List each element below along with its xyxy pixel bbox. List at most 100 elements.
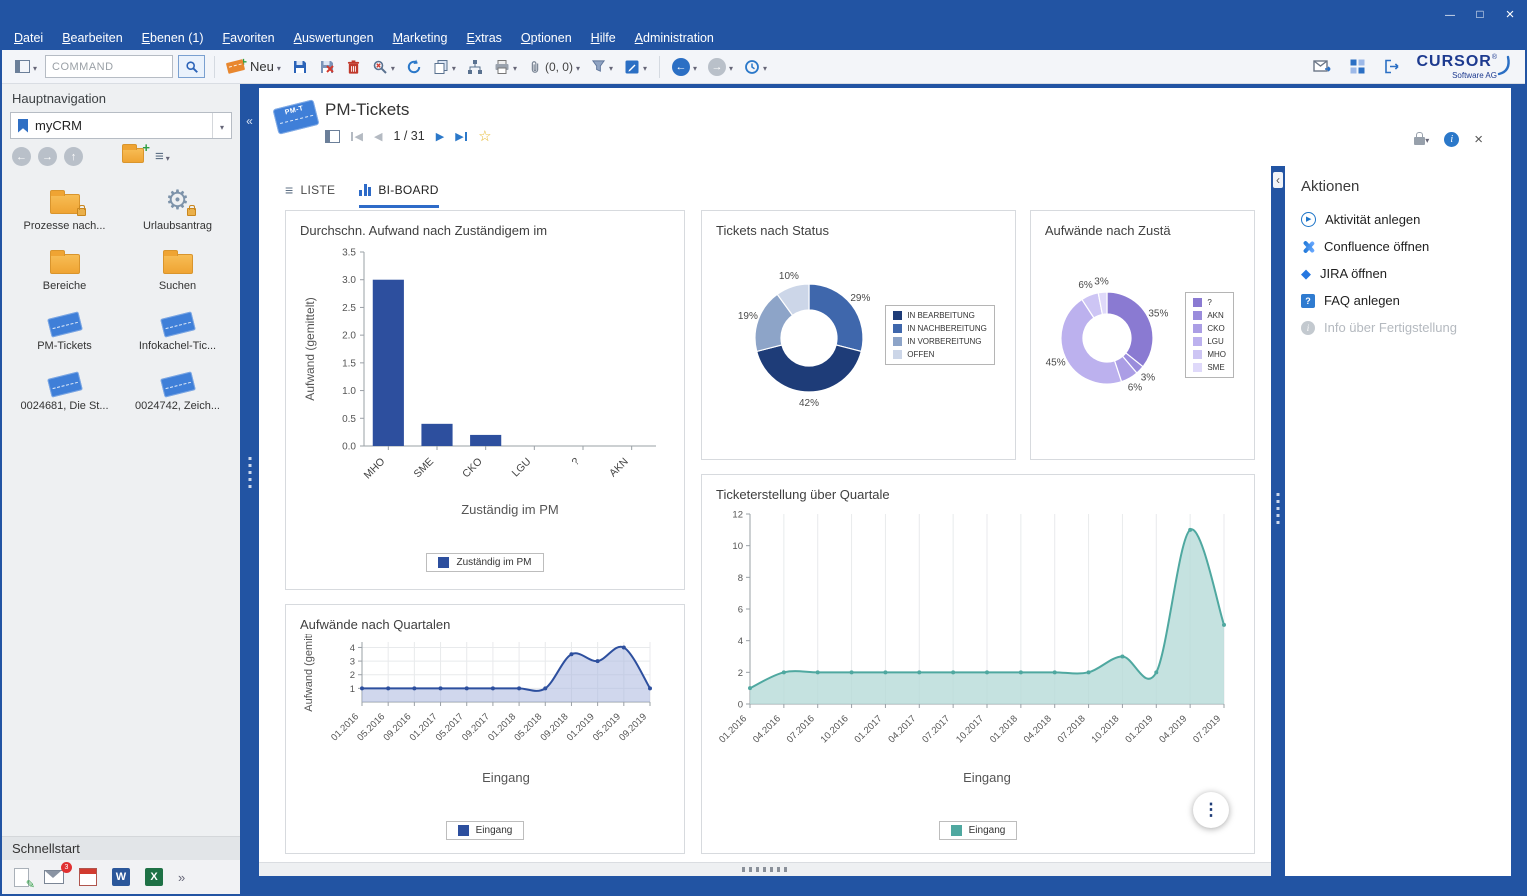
folder-icon — [50, 254, 80, 274]
tab-liste[interactable]: LISTE — [285, 183, 335, 208]
horizontal-scrollbar[interactable] — [259, 862, 1271, 876]
sidebar-item-suchen[interactable]: Suchen — [121, 244, 234, 292]
lock-badge-icon — [187, 208, 196, 216]
command-input[interactable] — [45, 55, 173, 78]
dashboard-tiles-button[interactable] — [1347, 57, 1368, 76]
new-folder-button[interactable]: + — [122, 148, 144, 166]
close-view-button[interactable] — [1474, 131, 1483, 148]
history-button[interactable] — [741, 57, 770, 77]
scrollbar-handle[interactable] — [742, 867, 788, 872]
action-confluence-oeffnen[interactable]: Confluence öffnen — [1301, 233, 1495, 260]
discard-changes-button[interactable] — [316, 57, 338, 77]
maximize-button[interactable] — [1465, 2, 1495, 26]
titlebar — [2, 2, 1525, 26]
menu-optionen[interactable]: Optionen — [521, 31, 572, 45]
toolbar-separator — [214, 56, 215, 78]
favorite-button[interactable] — [478, 127, 491, 145]
info-button[interactable] — [1444, 132, 1459, 147]
svg-text:1.5: 1.5 — [342, 358, 356, 369]
actions-splitter[interactable] — [1271, 166, 1285, 876]
panel-toggle-button[interactable] — [325, 130, 340, 143]
splitter-handle[interactable] — [248, 457, 251, 489]
sidebar-item-prozesse[interactable]: Prozesse nach... — [8, 184, 121, 232]
refresh-button[interactable] — [403, 57, 425, 77]
quickstart-note-button[interactable] — [14, 868, 29, 887]
menu-marketing[interactable]: Marketing — [393, 31, 448, 45]
quickstart-word-button[interactable] — [112, 868, 130, 886]
action-faq-anlegen[interactable]: FAQ anlegen — [1301, 287, 1495, 314]
exit-button[interactable] — [1381, 57, 1403, 76]
share-mail-button[interactable] — [1310, 57, 1334, 76]
chart-legend: Eingang — [939, 823, 1018, 840]
splitter-handle[interactable] — [1277, 493, 1280, 525]
sidebar-item-pm-tickets[interactable]: PM-Tickets — [8, 304, 121, 352]
quickstart-excel-button[interactable] — [145, 868, 163, 886]
sidebar-item-urlaubsantrag[interactable]: Urlaubsantrag — [121, 184, 234, 232]
action-info-fertigstellung: Info über Fertigstellung — [1301, 314, 1495, 341]
sidebar-item-0024681[interactable]: 0024681, Die St... — [8, 364, 121, 412]
svg-text:07.2016: 07.2016 — [785, 713, 817, 745]
copy-button[interactable] — [430, 57, 459, 77]
app-window: Datei Bearbeiten Ebenen (1) Favoriten Au… — [0, 0, 1527, 896]
svg-text:10.2018: 10.2018 — [1089, 713, 1121, 745]
close-button[interactable] — [1495, 2, 1525, 26]
chevron-down-icon — [33, 59, 37, 74]
lock-button[interactable] — [1414, 130, 1429, 148]
search-options-button[interactable] — [369, 57, 398, 77]
quickstart-calendar-button[interactable] — [79, 868, 97, 886]
svg-text:05.2016: 05.2016 — [355, 711, 387, 743]
sidebar-item-0024742[interactable]: 0024742, Zeich... — [121, 364, 234, 412]
navigate-back-button[interactable]: ← — [669, 56, 700, 78]
menu-bearbeiten[interactable]: Bearbeiten — [62, 31, 122, 45]
quickstart-mail-button[interactable]: 3 — [44, 870, 64, 884]
sidebar-item-infokachel[interactable]: Infokachel-Tic... — [121, 304, 234, 352]
first-record-button[interactable] — [351, 130, 363, 143]
menu-favoriten[interactable]: Favoriten — [223, 31, 275, 45]
svg-text:09.2018: 09.2018 — [539, 711, 571, 743]
menu-ebenen[interactable]: Ebenen (1) — [142, 31, 204, 45]
nav-back-button[interactable]: ← — [12, 147, 31, 166]
view-menu-button[interactable] — [155, 148, 170, 165]
quickstart-more-button[interactable] — [178, 870, 185, 885]
sidebar-item-bereiche[interactable]: Bereiche — [8, 244, 121, 292]
previous-record-button[interactable] — [374, 130, 382, 143]
collapse-sidebar-button[interactable] — [240, 114, 259, 128]
edit-layout-button[interactable] — [621, 57, 650, 77]
menu-administration[interactable]: Administration — [635, 31, 714, 45]
new-record-button[interactable]: + Neu — [224, 57, 284, 76]
next-record-button[interactable] — [436, 130, 444, 143]
attachments-button[interactable]: (0, 0) — [525, 57, 583, 77]
menu-auswertungen[interactable]: Auswertungen — [294, 31, 374, 45]
minimize-button[interactable] — [1435, 2, 1465, 26]
print-button[interactable] — [491, 57, 520, 77]
save-button[interactable] — [289, 57, 311, 77]
menu-hilfe[interactable]: Hilfe — [591, 31, 616, 45]
chevron-down-icon — [763, 59, 767, 74]
more-options-fab[interactable] — [1193, 792, 1229, 828]
action-aktivitaet-anlegen[interactable]: Aktivität anlegen — [1301, 206, 1495, 233]
navigate-forward-button[interactable]: → — [705, 56, 736, 78]
action-jira-oeffnen[interactable]: JIRA öffnen — [1301, 260, 1495, 287]
collapse-actions-button[interactable] — [1273, 172, 1283, 188]
nav-up-button[interactable]: ↑ — [64, 147, 83, 166]
delete-button[interactable] — [343, 57, 364, 77]
nav-forward-button[interactable]: → — [38, 147, 57, 166]
action-label: FAQ anlegen — [1324, 293, 1400, 308]
command-search-button[interactable] — [178, 55, 205, 78]
sidebar-splitter[interactable] — [240, 84, 259, 894]
new-ticket-icon — [226, 59, 245, 74]
area-chart-svg: 02468101201.201604.201607.201610.201601.… — [714, 504, 1238, 816]
last-record-button[interactable] — [455, 130, 467, 143]
menu-datei[interactable]: Datei — [14, 31, 43, 45]
minimize-icon — [1445, 7, 1455, 21]
workspace-select[interactable]: myCRM — [10, 112, 232, 139]
menu-extras[interactable]: Extras — [466, 31, 501, 45]
record-header: PM-T PM-Tickets 1 / 31 — [259, 88, 1511, 166]
filter-button[interactable] — [588, 57, 616, 76]
layout-toggle-button[interactable] — [12, 57, 40, 76]
svg-text:Zuständig im PM: Zuständig im PM — [461, 502, 559, 517]
svg-text:3%: 3% — [1141, 373, 1156, 384]
hierarchy-button[interactable] — [464, 57, 486, 77]
sidebar-item-label: Suchen — [159, 280, 196, 292]
tab-bi-board[interactable]: BI-BOARD — [359, 183, 438, 208]
